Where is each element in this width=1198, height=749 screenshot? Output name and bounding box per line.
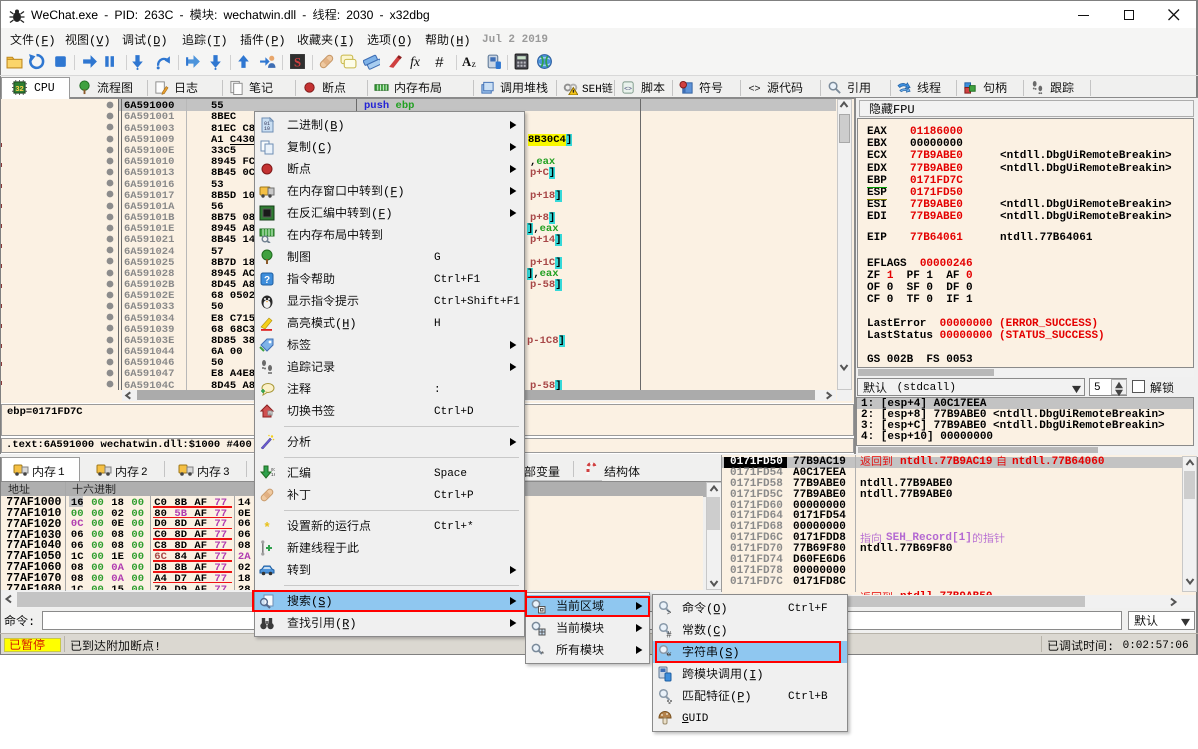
svg-text:10: 10 <box>263 126 269 132</box>
svg-text:>: > <box>667 609 672 616</box>
svg-text:#: # <box>666 630 671 639</box>
svg-text:32: 32 <box>15 84 23 93</box>
svg-text:#: # <box>435 55 444 70</box>
svg-text:S: S <box>294 55 301 69</box>
svg-text:fx: fx <box>410 54 421 69</box>
svg-text:*: * <box>540 650 543 658</box>
svg-text:z: z <box>472 59 476 70</box>
svg-text:*: * <box>264 519 270 534</box>
svg-text:<>: <> <box>748 83 760 94</box>
svg-text:<>: <> <box>624 85 632 92</box>
svg-text:A: A <box>462 55 472 69</box>
svg-text:?: ? <box>263 275 269 286</box>
svg-text:n: n <box>268 411 270 416</box>
svg-text:10: 10 <box>271 472 275 478</box>
